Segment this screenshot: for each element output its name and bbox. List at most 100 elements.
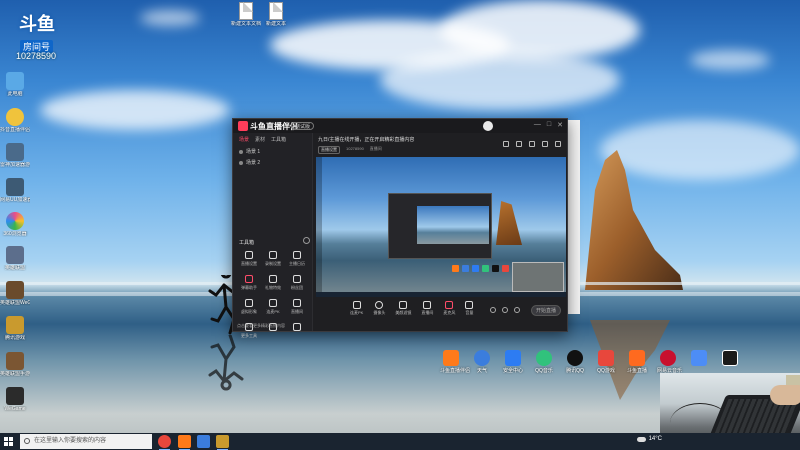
eye-icon[interactable] — [239, 149, 243, 154]
tool-item[interactable]: 礼物特效 — [261, 275, 285, 291]
dock-item[interactable]: 网易云音乐 — [657, 350, 682, 374]
game-icon — [6, 281, 24, 299]
left-tabs: 场景 素材 工具箱 — [233, 133, 312, 146]
record-icon[interactable] — [529, 141, 535, 147]
desktop-icon-10[interactable]: WeGame — [0, 387, 30, 412]
tool-item[interactable]: 主播日历 — [285, 251, 309, 267]
tool-icon — [293, 323, 301, 331]
dock-item[interactable] — [719, 350, 741, 374]
weather-icon[interactable] — [636, 436, 646, 442]
desktop-icon-6[interactable]: 英雄联盟 — [0, 246, 30, 271]
stream-preview[interactable] — [316, 157, 566, 297]
game-icon — [502, 265, 509, 272]
scene-item-2[interactable]: 场景 2 — [233, 157, 312, 168]
bottom-note[interactable]: 点击查看更多精彩直播内容 — [237, 323, 285, 329]
app-titlebar[interactable]: 斗鱼直播伴侣 测试版 — □ ✕ — [233, 119, 567, 133]
settings-icon[interactable] — [514, 307, 520, 313]
avatar[interactable] — [483, 121, 493, 131]
room-link[interactable]: 直播间 — [370, 146, 382, 154]
control-button[interactable]: 麦克风 — [443, 301, 455, 325]
tab-toolbox[interactable]: 工具箱 — [271, 136, 286, 143]
tool-icon — [245, 251, 253, 259]
control-button[interactable]: 美颜滤镜 — [395, 301, 411, 325]
tab-materials[interactable]: 素材 — [255, 136, 265, 143]
control-button[interactable]: 摄像头 — [373, 301, 385, 325]
volume-icon — [465, 301, 474, 309]
window-controls: — □ ✕ — [534, 121, 563, 129]
version-pill[interactable]: 测试版 — [291, 122, 315, 130]
minimize-button[interactable]: — — [534, 121, 541, 129]
dock-item[interactable]: 腾讯QQ — [564, 350, 586, 374]
taskbar-search-input[interactable]: 在这里输入你要搜索的内容 — [20, 434, 152, 449]
dock-item[interactable]: 斗鱼直播伴侣 — [440, 350, 470, 374]
desktop-icon-computer[interactable]: 此电脑 — [0, 72, 30, 97]
taskbar-app-browser[interactable] — [158, 435, 171, 450]
close-button[interactable]: ✕ — [557, 121, 563, 129]
weather-temp[interactable]: 14°C — [649, 436, 662, 442]
stream-header: 九日/主播在线开播，正在开启精彩直播内容 直播设置 10278590 直播间 — [314, 133, 567, 155]
music-icon — [482, 265, 489, 272]
desktop-icon-2[interactable]: 抖音直播伴侣 — [0, 108, 30, 133]
tab-scenes[interactable]: 场景 — [239, 136, 249, 143]
desktop-icon-5[interactable]: 360浏览器 — [0, 212, 30, 237]
desktop-icon-7[interactable]: 英雄联盟WeGame — [0, 281, 30, 306]
stream-settings-button[interactable]: 直播设置 — [318, 146, 340, 154]
tool-item[interactable]: 连麦PK — [261, 299, 285, 315]
camera-icon[interactable] — [503, 141, 509, 147]
bitrate-icon[interactable] — [490, 307, 496, 313]
desktop-file-2[interactable]: 新建文本 — [261, 2, 291, 27]
desktop-icon-3[interactable]: 雷神加速器游戏 — [0, 143, 30, 168]
control-button[interactable]: 连麦PK — [350, 301, 363, 325]
game-icon — [598, 350, 614, 366]
network-icon[interactable] — [502, 307, 508, 313]
taskbar-app-douyu[interactable] — [178, 435, 191, 450]
start-live-button[interactable]: 开始直播 — [531, 305, 561, 316]
eye-icon[interactable] — [239, 160, 243, 165]
tool-icon — [245, 299, 253, 307]
scene-item-1[interactable]: 场景 1 — [233, 146, 312, 157]
stream-controls: 连麦PK 摄像头 美颜滤镜 直播间 麦克风 音量 — [314, 301, 567, 325]
desktop-icon-8[interactable]: 腾讯游戏 — [0, 316, 30, 341]
taskbar-app-files[interactable] — [197, 435, 210, 448]
settings-icon[interactable] — [303, 237, 310, 244]
toolbox-title: 工具箱 — [239, 240, 255, 246]
desktop-icon-9[interactable]: 英雄联盟手游 — [0, 352, 30, 377]
background-window-edge[interactable] — [566, 120, 580, 314]
dock-item[interactable] — [688, 350, 710, 374]
dock-item[interactable]: QQ音乐 — [533, 350, 555, 374]
tool-item[interactable]: 直播间 — [285, 299, 309, 315]
dock-item[interactable]: 斗鱼直播 — [626, 350, 648, 374]
room-id: 10278590 — [346, 146, 364, 151]
tool-item[interactable]: 粉丝团 — [285, 275, 309, 291]
desktop-icon-4[interactable]: 网易UU加速器 — [0, 178, 30, 203]
tool-item[interactable]: 录制设置 — [261, 251, 285, 267]
windows-start-icon[interactable] — [4, 437, 13, 446]
share-icon[interactable] — [555, 141, 561, 147]
game-icon — [6, 178, 24, 196]
room-icon — [423, 301, 432, 309]
control-button[interactable]: 音量 — [465, 301, 474, 325]
dock-item[interactable]: 安全中心 — [502, 350, 524, 374]
logo-text: 斗鱼 — [19, 14, 55, 35]
tool-item[interactable]: 虚拟形象 — [237, 299, 261, 315]
maximize-button[interactable]: □ — [547, 121, 551, 129]
weather-icon — [474, 350, 490, 366]
system-tray: 14°C — [636, 436, 662, 442]
jumping-person-reflection — [208, 335, 244, 391]
tool-item[interactable] — [285, 323, 309, 339]
stream-info-row: 直播设置 10278590 直播间 — [318, 146, 563, 154]
taskbar-app-game[interactable] — [216, 435, 229, 450]
computer-icon — [6, 72, 24, 90]
dock-item[interactable]: 天气 — [471, 350, 493, 374]
dock-item[interactable]: QQ游戏 — [595, 350, 617, 374]
message-icon[interactable] — [542, 141, 548, 147]
desktop-file-1[interactable]: 新建文本文档 — [231, 2, 261, 27]
control-button[interactable]: 直播间 — [421, 301, 433, 325]
weather-icon — [462, 265, 469, 272]
game-icon — [6, 316, 24, 334]
tool-item[interactable]: 直播设置 — [237, 251, 261, 267]
live-streaming-app-window[interactable]: 斗鱼直播伴侣 测试版 — □ ✕ 场景 素材 工具箱 场景 1 场景 2 工具箱… — [232, 118, 568, 338]
capcut-icon — [722, 350, 738, 366]
screenshot-icon[interactable] — [516, 141, 522, 147]
tool-item[interactable]: 弹幕助手 — [237, 275, 261, 291]
